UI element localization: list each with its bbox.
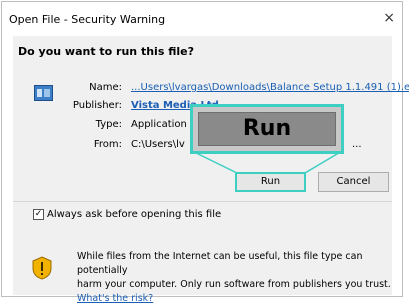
from-label: From: bbox=[93, 139, 122, 150]
file-name-link[interactable]: ...Users\lvargas\Downloads\Balance Setup… bbox=[131, 82, 409, 93]
warning-line-1: While files from the Internet can be use… bbox=[77, 251, 363, 276]
type-value: Application bbox=[131, 119, 187, 130]
publisher-label: Publisher: bbox=[72, 100, 122, 111]
cancel-button[interactable]: Cancel bbox=[318, 172, 389, 192]
section-divider bbox=[13, 201, 392, 202]
dialog-heading: Do you want to run this file? bbox=[18, 45, 194, 58]
always-ask-checkbox[interactable]: ✓ bbox=[33, 209, 44, 220]
application-file-icon bbox=[34, 85, 53, 101]
warning-text-block: While files from the Internet can be use… bbox=[77, 250, 409, 306]
type-label: Type: bbox=[95, 119, 122, 130]
name-label: Name: bbox=[89, 82, 122, 93]
close-icon[interactable]: × bbox=[383, 10, 395, 26]
whats-the-risk-link[interactable]: What's the risk? bbox=[77, 292, 409, 306]
title-bar: Open File - Security Warning × bbox=[2, 2, 402, 34]
warning-shield-icon bbox=[32, 256, 52, 280]
zoomed-run-label: Run bbox=[198, 112, 336, 146]
always-ask-label: Always ask before opening this file bbox=[47, 209, 222, 220]
run-button-zoom-callout: Run bbox=[190, 104, 344, 154]
dialog-title: Open File - Security Warning bbox=[9, 13, 166, 26]
run-button[interactable]: Run bbox=[235, 172, 306, 192]
from-value-ellipsis: ... bbox=[352, 139, 362, 150]
warning-line-2: harm your computer. Only run software fr… bbox=[77, 279, 391, 290]
from-value: C:\Users\lv bbox=[131, 139, 185, 150]
